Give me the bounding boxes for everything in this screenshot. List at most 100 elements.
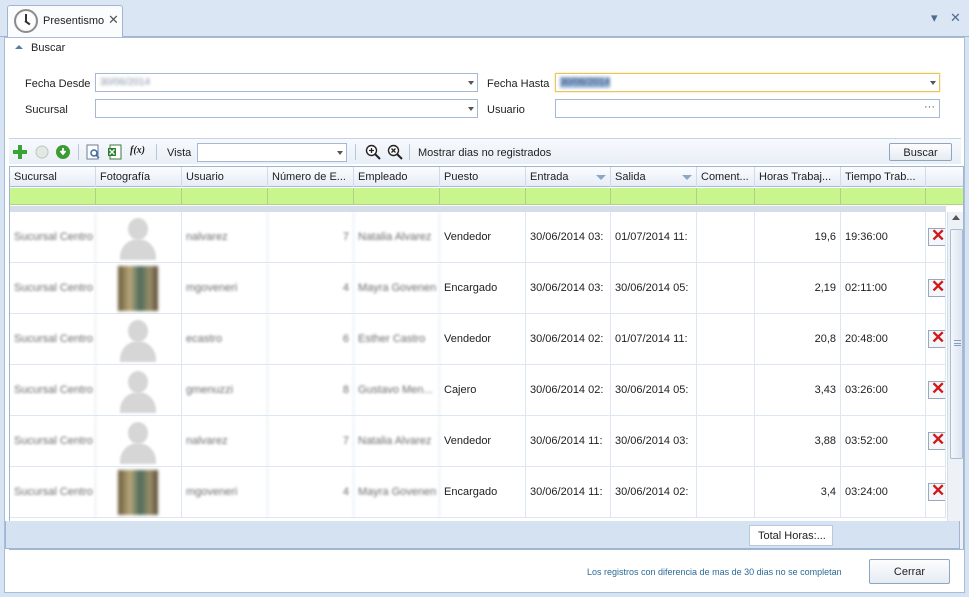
cell-comentario bbox=[697, 467, 755, 518]
filter-cell-col-tiempo-trabajado[interactable] bbox=[841, 188, 926, 205]
print-preview-icon[interactable] bbox=[85, 144, 101, 160]
delete-row-button[interactable]: ✕ bbox=[928, 328, 945, 348]
table-row[interactable]: Sucursal Centro mgoveneri 4 Mayra Govenen En… bbox=[10, 467, 946, 518]
table-row[interactable]: Sucursal Centro nalvarez 7 Natalia Alvarez V… bbox=[10, 416, 946, 467]
scroll-thumb[interactable] bbox=[950, 229, 963, 459]
tab-strip: Presentismo ✕ ▾ ✕ bbox=[0, 0, 969, 37]
chevron-down-icon[interactable] bbox=[930, 81, 936, 85]
header-col-usuario[interactable]: Usuario bbox=[182, 167, 268, 187]
header-col-comentario[interactable]: Coment... bbox=[697, 167, 755, 187]
table-row[interactable]: Sucursal Centro nalvarez 7 Natalia Alvarez V… bbox=[10, 212, 946, 263]
buscar-button[interactable]: Buscar bbox=[889, 143, 952, 161]
header-col-numero-empleado[interactable]: Número de E... bbox=[268, 167, 354, 187]
filter-cell-col-horas-trabajadas[interactable] bbox=[755, 188, 841, 205]
mostrar-dias-toggle[interactable]: Mostrar dias no registrados bbox=[418, 147, 551, 159]
header-col-sucursal[interactable]: Sucursal bbox=[10, 167, 96, 187]
fecha-desde-label: Fecha Desde bbox=[25, 78, 91, 90]
avatar-placeholder-icon bbox=[118, 368, 158, 413]
chevron-down-icon[interactable] bbox=[468, 81, 474, 85]
cell-puesto: Cajero bbox=[440, 365, 526, 416]
cell-entrada: 30/06/2014 03: bbox=[526, 263, 611, 314]
cerrar-button[interactable]: Cerrar bbox=[869, 559, 950, 584]
tab-presentismo[interactable]: Presentismo ✕ bbox=[7, 5, 123, 37]
cell-entrada: 30/06/2014 02: bbox=[526, 365, 611, 416]
disabled-circle-icon[interactable] bbox=[34, 144, 50, 160]
cell-puesto: Encargado bbox=[440, 467, 526, 518]
add-icon[interactable] bbox=[12, 144, 28, 160]
fecha-desde-field[interactable]: 30/06/2014 bbox=[95, 73, 478, 92]
table-row[interactable]: Sucursal Centro ecastro 6 Esther Castro Vend… bbox=[10, 314, 946, 365]
grid-toolbar: f(x) Vista Mostrar dias no registrados B… bbox=[9, 138, 961, 164]
sucursal-label: Sucursal bbox=[25, 104, 68, 116]
sort-descending-icon[interactable] bbox=[682, 175, 692, 180]
collapse-search-icon[interactable] bbox=[15, 45, 23, 49]
cell-sucursal: Sucursal Centro bbox=[10, 467, 96, 518]
formula-icon[interactable]: f(x) bbox=[130, 145, 146, 161]
tab-label: Presentismo bbox=[43, 15, 105, 27]
employee-photo bbox=[118, 266, 158, 311]
cell-usuario: mgoveneri bbox=[182, 263, 268, 314]
header-col-puesto[interactable]: Puesto bbox=[440, 167, 526, 187]
header-label: Tiempo Trab... bbox=[845, 171, 916, 183]
cell-comentario bbox=[697, 263, 755, 314]
filter-cell-col-comentario[interactable] bbox=[697, 188, 755, 205]
tab-close-icon[interactable]: ✕ bbox=[108, 12, 119, 28]
main-panel: Buscar Fecha Desde 30/06/2014 Fecha Hast… bbox=[4, 37, 965, 593]
menu-dropdown-icon[interactable]: ▾ bbox=[931, 10, 938, 26]
delete-row-button[interactable]: ✕ bbox=[928, 379, 945, 399]
vista-select[interactable] bbox=[197, 143, 347, 162]
filter-cell-col-empleado[interactable] bbox=[354, 188, 440, 205]
sort-descending-icon[interactable] bbox=[596, 175, 606, 180]
cell-salida: 30/06/2014 05: bbox=[611, 263, 697, 314]
window-close-icon[interactable]: ✕ bbox=[950, 10, 961, 26]
cell-empleado: Natalia Alvarez bbox=[354, 416, 440, 467]
filter-cell-col-numero-empleado[interactable] bbox=[268, 188, 354, 205]
refresh-icon[interactable] bbox=[55, 144, 71, 160]
sucursal-select[interactable] bbox=[95, 99, 478, 118]
header-col-entrada[interactable]: Entrada bbox=[526, 167, 611, 187]
filter-cell-col-salida[interactable] bbox=[611, 188, 697, 205]
filter-cell-col-fotografia[interactable] bbox=[96, 188, 182, 205]
toolbar-separator bbox=[355, 144, 356, 160]
delete-row-button[interactable]: ✕ bbox=[928, 430, 945, 450]
chevron-down-icon[interactable] bbox=[337, 151, 343, 155]
cell-photo bbox=[96, 467, 182, 518]
header-col-tiempo-trabajado[interactable]: Tiempo Trab... bbox=[841, 167, 926, 187]
filter-cell-col-puesto[interactable] bbox=[440, 188, 526, 205]
auto-filter-row[interactable] bbox=[10, 188, 963, 205]
scroll-up-icon[interactable] bbox=[952, 215, 960, 220]
cell-salida: 30/06/2014 03: bbox=[611, 416, 697, 467]
zoom-clear-icon[interactable] bbox=[387, 144, 403, 160]
filter-cell-col-sucursal[interactable] bbox=[10, 188, 96, 205]
delete-row-button[interactable]: ✕ bbox=[928, 277, 945, 297]
excel-export-icon[interactable] bbox=[107, 144, 123, 160]
filter-cell-col-usuario[interactable] bbox=[182, 188, 268, 205]
cell-salida: 01/07/2014 11: bbox=[611, 314, 697, 365]
cell-photo bbox=[96, 365, 182, 416]
usuario-field[interactable]: ··· bbox=[555, 99, 940, 118]
delete-row-button[interactable]: ✕ bbox=[928, 481, 945, 501]
table-row[interactable]: Sucursal Centro gmenuzzi 8 Gustavo Men... Ca… bbox=[10, 365, 946, 416]
header-col-salida[interactable]: Salida bbox=[611, 167, 697, 187]
zoom-in-icon[interactable] bbox=[365, 144, 381, 160]
avatar-placeholder-icon bbox=[118, 419, 158, 464]
fecha-hasta-field[interactable]: 30/06/2014 bbox=[555, 73, 940, 92]
chevron-down-icon[interactable] bbox=[468, 107, 474, 111]
vista-label: Vista bbox=[167, 147, 192, 159]
header-col-horas-trabajadas[interactable]: Horas Trabaj... bbox=[755, 167, 841, 187]
cell-tiempo: 03:52:00 bbox=[841, 416, 926, 467]
vertical-scrollbar[interactable] bbox=[947, 212, 963, 549]
header-col-empleado[interactable]: Empleado bbox=[354, 167, 440, 187]
cell-tiempo: 03:26:00 bbox=[841, 365, 926, 416]
filter-cell-col-entrada[interactable] bbox=[526, 188, 611, 205]
cell-usuario: gmenuzzi bbox=[182, 365, 268, 416]
cell-photo bbox=[96, 212, 182, 263]
table-row[interactable]: Sucursal Centro mgoveneri 4 Mayra Govenen En… bbox=[10, 263, 946, 314]
delete-row-button[interactable]: ✕ bbox=[928, 226, 946, 246]
ellipsis-button[interactable]: ··· bbox=[924, 101, 935, 113]
cell-comentario bbox=[697, 314, 755, 365]
header-label: Usuario bbox=[186, 171, 224, 183]
search-section-title[interactable]: Buscar bbox=[31, 42, 65, 54]
header-col-fotografia[interactable]: Fotografía bbox=[96, 167, 182, 187]
delete-icon: ✕ bbox=[931, 226, 946, 245]
